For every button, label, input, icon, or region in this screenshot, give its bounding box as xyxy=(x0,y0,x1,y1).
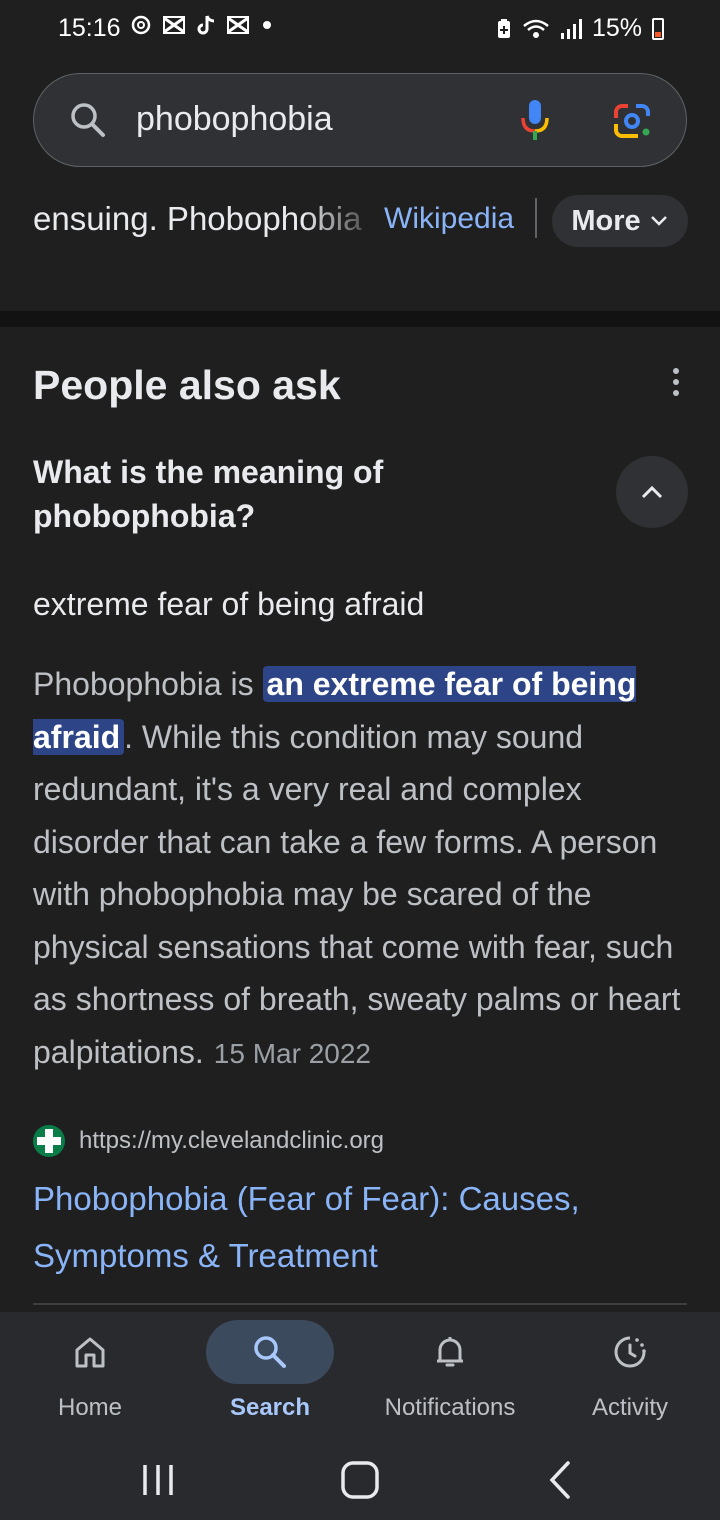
system-nav-bar xyxy=(0,1440,720,1520)
divider xyxy=(535,198,537,238)
question-text[interactable]: What is the meaning of phobophobia? xyxy=(33,450,513,538)
nav-item-search[interactable]: Search xyxy=(180,1312,360,1440)
capcut-icon xyxy=(163,16,185,34)
wifi-icon xyxy=(523,19,549,38)
dot-icon xyxy=(263,21,271,29)
search-icon xyxy=(254,1336,286,1368)
answer-rest: . While this condition may sound redunda… xyxy=(33,718,681,1070)
recent-apps-icon[interactable] xyxy=(128,1454,188,1506)
capcut-icon xyxy=(227,16,249,34)
snippet-fade xyxy=(303,190,383,250)
status-bar: 15:16 15% xyxy=(0,0,720,58)
bottom-nav: Home Search Notifications Activity xyxy=(0,1312,720,1440)
search-input[interactable] xyxy=(136,100,496,139)
answer-paragraph: Phobophobia is an extreme fear of being … xyxy=(33,658,693,1080)
section-title: People also ask xyxy=(33,362,341,408)
short-answer: extreme fear of being afraid xyxy=(33,586,425,622)
status-right: 15% xyxy=(496,14,664,43)
battery-icon xyxy=(652,17,664,40)
home-icon xyxy=(75,1337,105,1368)
status-time: 15:16 xyxy=(58,14,121,42)
notification-icons xyxy=(130,14,274,36)
battery-saver-icon xyxy=(497,18,510,38)
more-button[interactable]: More xyxy=(552,195,688,247)
nav-item-notifications[interactable]: Notifications xyxy=(360,1312,540,1440)
wikipedia-link[interactable]: Wikipedia xyxy=(384,202,514,236)
search-bar[interactable] xyxy=(33,73,687,167)
cleveland-clinic-favicon xyxy=(33,1125,65,1157)
nav-item-home[interactable]: Home xyxy=(0,1312,180,1440)
nav-item-activity[interactable]: Activity xyxy=(540,1312,720,1440)
nav-icon-container xyxy=(206,1320,334,1384)
activity-icon xyxy=(614,1336,646,1368)
nav-label-home: Home xyxy=(57,1394,123,1421)
chevron-down-icon xyxy=(650,216,667,226)
nav-icon-container xyxy=(26,1320,154,1384)
tiktok-icon xyxy=(197,15,215,35)
nav-label-search: Search xyxy=(229,1394,311,1421)
back-icon[interactable] xyxy=(532,1454,592,1506)
more-options-icon[interactable] xyxy=(666,368,686,402)
google-lens-icon[interactable] xyxy=(612,104,652,140)
threads-icon xyxy=(131,15,151,35)
answer-date: 15 Mar 2022 xyxy=(213,1037,371,1069)
nav-label-notifications: Notifications xyxy=(384,1394,516,1421)
more-label: More xyxy=(571,204,641,237)
collapse-button[interactable] xyxy=(616,456,688,528)
section-separator xyxy=(0,311,720,327)
bell-icon xyxy=(437,1337,463,1367)
nav-icon-container xyxy=(566,1320,694,1384)
source-row[interactable]: https://my.clevelandclinic.org xyxy=(33,1124,384,1158)
home-button-icon[interactable] xyxy=(330,1454,390,1506)
search-icon xyxy=(71,103,105,137)
chevron-up-icon xyxy=(641,485,663,499)
snippet-row: ensuing. Phobophobia Wikipedia More xyxy=(33,190,688,250)
signal-icon xyxy=(560,18,582,39)
battery-percent: 15% xyxy=(591,14,642,42)
microphone-icon[interactable] xyxy=(520,98,550,142)
divider xyxy=(33,1303,687,1305)
result-title-link[interactable]: Phobophobia (Fear of Fear): Causes, Symp… xyxy=(33,1170,683,1284)
nav-icon-container xyxy=(386,1320,514,1384)
nav-label-activity: Activity xyxy=(591,1394,668,1421)
answer-prefix: Phobophobia is xyxy=(33,666,263,702)
source-url[interactable]: https://my.clevelandclinic.org xyxy=(79,1127,384,1155)
